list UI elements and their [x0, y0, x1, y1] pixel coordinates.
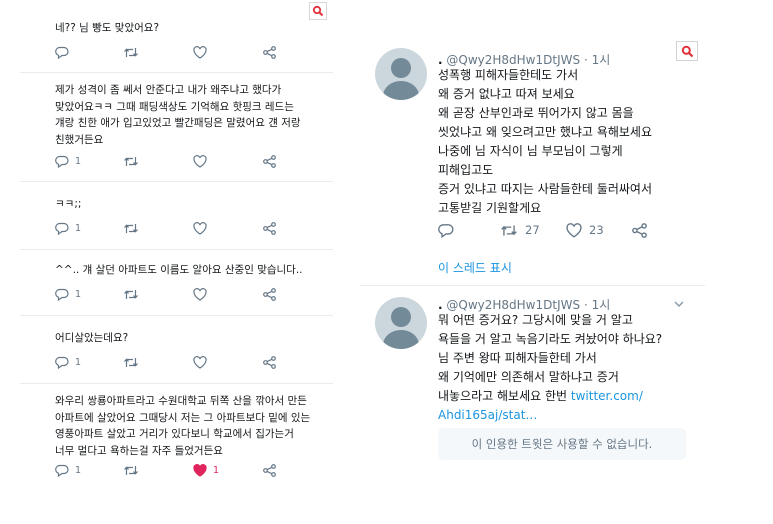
share-icon	[263, 355, 276, 369]
tweet-actions: 1	[55, 153, 295, 169]
tweet-text: 네?? 님 빵도 맞았어요?	[55, 22, 160, 34]
retweet-icon	[124, 156, 138, 166]
retweet-button[interactable]	[123, 286, 139, 302]
divider	[20, 181, 333, 182]
tweet-text: 성폭행 피해자들한테도 가서 왜 증거 없냐고 따져 보세요 왜 곧장 산부인과…	[438, 68, 652, 215]
like-button[interactable]	[193, 354, 207, 370]
tweet-actions: 1 1	[55, 462, 295, 478]
like-button[interactable]: 23	[566, 221, 604, 239]
share-icon	[263, 287, 276, 301]
divider	[360, 285, 705, 286]
like-icon	[566, 222, 582, 238]
retweet-button[interactable]	[123, 354, 139, 370]
user-name[interactable]: .	[438, 53, 443, 67]
reply-icon	[55, 356, 69, 369]
reply-button[interactable]: 1	[55, 354, 81, 370]
divider	[20, 383, 333, 384]
like-icon	[193, 355, 207, 369]
share-icon	[632, 222, 647, 238]
share-button[interactable]	[263, 286, 276, 302]
share-button[interactable]	[263, 462, 276, 478]
reply-icon	[55, 46, 69, 59]
default-avatar-icon[interactable]	[375, 48, 427, 100]
user-handle[interactable]: @Qwy2H8dHw1DtJWS	[446, 298, 580, 312]
reply-button[interactable]: 1	[55, 153, 81, 169]
tweet-link-continued[interactable]: Ahdi165aj/stat…	[438, 406, 700, 425]
retweet-icon	[501, 224, 517, 236]
reply-icon	[438, 223, 454, 238]
like-button[interactable]	[193, 286, 207, 302]
user-name[interactable]: .	[438, 298, 443, 312]
unavailable-quote-notice: 이 인용한 트윗은 사용할 수 없습니다.	[438, 428, 686, 460]
reply-button[interactable]	[55, 44, 75, 60]
share-button[interactable]	[263, 153, 276, 169]
retweet-button[interactable]	[123, 44, 139, 60]
left-screenshot: 네?? 님 빵도 맞았어요? 제가 성격이 좀 쎄서 안준다고 내가 왜주냐고 …	[0, 0, 333, 524]
search-icon[interactable]	[309, 2, 327, 20]
like-icon	[193, 221, 207, 235]
tweet-text: ㅋㅋ;;	[55, 198, 82, 210]
tweet-time: · 1시	[583, 53, 611, 67]
tweet-text: 제가 성격이 좀 쎄서 안준다고 내가 왜주냐고 했다가 맞았어요ㅋㅋ 그때 패…	[55, 84, 301, 146]
like-icon	[193, 154, 207, 168]
reply-button[interactable]: 1	[55, 220, 81, 236]
retweet-button[interactable]	[123, 153, 139, 169]
divider	[20, 72, 333, 73]
retweet-icon	[124, 289, 138, 299]
user-handle[interactable]: @Qwy2H8dHw1DtJWS	[446, 53, 580, 67]
reply-icon	[55, 155, 69, 168]
share-icon	[263, 154, 276, 168]
share-button[interactable]	[263, 354, 276, 370]
tweet-actions: 1	[55, 220, 295, 236]
like-button[interactable]	[193, 153, 207, 169]
reply-button[interactable]: 1	[55, 462, 81, 478]
like-button[interactable]: 1	[193, 462, 219, 478]
reply-icon	[55, 464, 69, 477]
retweet-icon	[124, 465, 138, 475]
reply-icon	[55, 222, 69, 235]
retweet-icon	[124, 357, 138, 367]
tweet-text: 뭐 어떤 증거요? 그당시에 맞을 거 알고 욕들을 거 알고 녹음기라도 켜놨…	[438, 311, 700, 425]
tweet-text: 와우리 쌍룡아파트라고 수원대학교 뒤쪽 산을 깎아서 만든 아파트에 살았어요…	[55, 395, 311, 457]
search-icon[interactable]	[676, 41, 698, 61]
reply-button[interactable]	[438, 221, 461, 239]
like-button[interactable]	[193, 220, 207, 236]
share-button[interactable]	[263, 44, 276, 60]
divider	[20, 249, 333, 250]
share-button[interactable]	[263, 220, 276, 236]
divider	[20, 315, 333, 316]
share-icon	[263, 463, 276, 477]
tweet-link[interactable]: twitter.com/	[571, 389, 643, 403]
share-icon	[263, 221, 276, 235]
default-avatar-icon[interactable]	[375, 297, 427, 349]
retweet-button[interactable]	[123, 462, 139, 478]
tweet-actions: 1	[55, 354, 295, 370]
reply-icon	[55, 288, 69, 301]
like-icon	[193, 463, 207, 477]
right-screenshot: . @Qwy2H8dHw1DtJWS · 1시 성폭행 피해자들한테도 가서 왜…	[360, 0, 705, 524]
tweet-actions: 1	[55, 286, 295, 302]
tweet-text: ^^.. 걔 살던 아파트도 이름도 알아요 산중인 맞습니다..	[55, 264, 303, 276]
retweet-button[interactable]: 27	[500, 221, 540, 239]
reply-button[interactable]: 1	[55, 286, 81, 302]
tweet-time: · 1시	[583, 298, 611, 312]
tweet-actions: 27 23	[438, 221, 658, 239]
chevron-down-icon[interactable]	[673, 298, 685, 310]
like-icon	[193, 287, 207, 301]
tweet-actions	[55, 44, 295, 60]
show-thread-link[interactable]: 이 스레드 표시	[438, 259, 512, 276]
retweet-icon	[124, 223, 138, 233]
share-button[interactable]	[632, 221, 647, 239]
like-button[interactable]	[193, 44, 207, 60]
retweet-icon	[124, 47, 138, 57]
tweet-text: 어디살았는데요?	[55, 332, 129, 344]
retweet-button[interactable]	[123, 220, 139, 236]
like-icon	[193, 45, 207, 59]
share-icon	[263, 45, 276, 59]
